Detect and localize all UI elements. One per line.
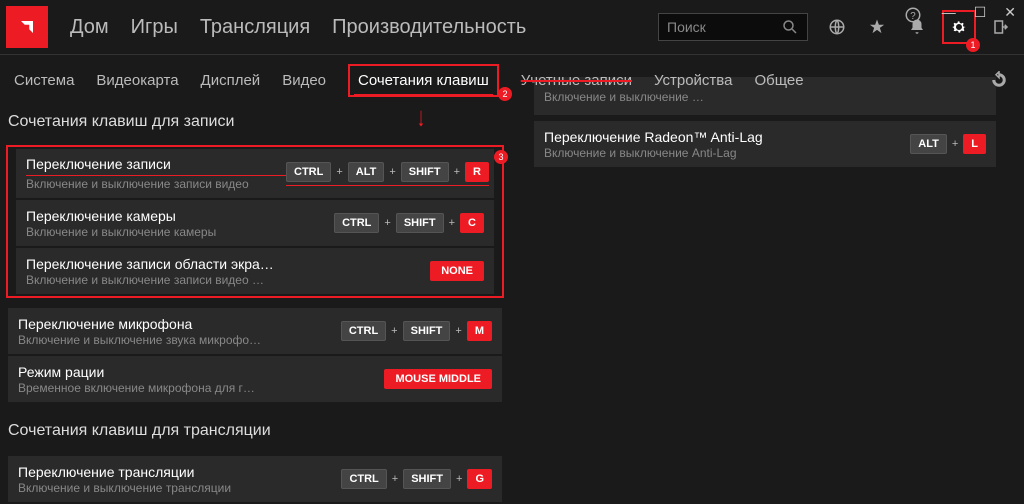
key-ctrl: CTRL — [341, 469, 386, 489]
plus-separator: + — [454, 473, 464, 485]
hotkey-row[interactable]: Переключение камеры Включение и выключен… — [16, 200, 494, 246]
hotkey-title: Переключение Radeon™ Anti-Lag — [544, 129, 844, 145]
subnav-hotkeys[interactable]: Сочетания клавиш — [348, 64, 499, 97]
plus-separator: + — [950, 138, 960, 150]
globe-icon[interactable] — [826, 16, 848, 38]
title-tabs: Дом Игры Трансляция Производительность — [70, 16, 526, 39]
tab-broadcast[interactable]: Трансляция — [200, 16, 310, 39]
plus-separator: + — [453, 325, 463, 337]
annotation-arrow-down — [412, 110, 430, 134]
settings-subnav: Система Видеокарта Дисплей Видео Сочетан… — [0, 55, 1024, 105]
subnav-gpu[interactable]: Видеокарта — [96, 72, 178, 89]
search-icon — [781, 18, 799, 36]
hotkey-row[interactable]: Режим рации Временное включение микрофон… — [8, 356, 502, 402]
hotkey-subtitle: Включение и выключение записи видео — [26, 177, 286, 191]
hotkey-subtitle: Включение и выключение Anti-Lag — [544, 146, 844, 160]
close-button[interactable]: ✕ — [1004, 4, 1016, 26]
hotkey-combo[interactable]: CTRL+SHIFT+M — [341, 321, 492, 341]
hotkey-combo[interactable]: NONE — [430, 261, 484, 281]
hotkey-row[interactable]: Переключение микрофона Включение и выклю… — [8, 308, 502, 354]
hotkey-title: Переключение записи области экра… — [26, 256, 286, 272]
tab-home[interactable]: Дом — [70, 16, 109, 39]
key-none: NONE — [430, 261, 484, 281]
hotkey-combo[interactable]: CTRL+SHIFT+G — [341, 469, 492, 489]
hotkey-row[interactable]: Переключение трансляции Включение и выкл… — [8, 456, 502, 502]
key-c: C — [460, 213, 484, 233]
hotkey-combo[interactable]: MOUSE MIDDLE — [384, 369, 492, 389]
hotkey-combo[interactable]: CTRL+ALT+SHIFT+R — [286, 162, 489, 186]
key-mouse-middle: MOUSE MIDDLE — [384, 369, 492, 389]
key-m: M — [467, 321, 492, 341]
plus-separator: + — [389, 325, 399, 337]
hotkey-title: Переключение записи — [26, 156, 286, 176]
svg-text:?: ? — [910, 11, 916, 22]
highlighted-group: 3 Переключение записи Включение и выключ… — [6, 145, 504, 298]
hotkey-title: Переключение трансляции — [18, 464, 278, 480]
key-shift: SHIFT — [403, 469, 451, 489]
hotkey-subtitle: Включение и выключение звука микрофо… — [18, 333, 278, 347]
plus-separator: + — [452, 166, 462, 178]
hotkey-title: Режим рации — [18, 364, 278, 380]
key-ctrl: CTRL — [341, 321, 386, 341]
search-placeholder: Поиск — [667, 19, 706, 35]
key-shift: SHIFT — [396, 213, 444, 233]
hotkey-title: Переключение микрофона — [18, 316, 278, 332]
key-l: L — [963, 134, 986, 154]
key-ctrl: CTRL — [286, 162, 331, 182]
key-r: R — [465, 162, 489, 182]
subnav-devices[interactable]: Устройства — [654, 72, 732, 89]
tab-performance[interactable]: Производительность — [332, 16, 526, 39]
hotkey-title: Переключение камеры — [26, 208, 286, 224]
help-icon[interactable]: ? — [902, 4, 924, 26]
key-ctrl: CTRL — [334, 213, 379, 233]
star-icon[interactable] — [866, 16, 888, 38]
hotkey-combo[interactable]: CTRL+SHIFT+C — [334, 213, 484, 233]
hotkey-subtitle: Включение и выключение трансляции — [18, 481, 278, 495]
search-input[interactable]: Поиск — [658, 13, 808, 41]
tab-games[interactable]: Игры — [131, 16, 178, 39]
subnav-video[interactable]: Видео — [282, 72, 326, 89]
reset-icon[interactable] — [988, 69, 1010, 91]
plus-separator: + — [447, 217, 457, 229]
amd-logo — [6, 6, 48, 48]
minimize-button[interactable]: — — [942, 4, 956, 26]
hotkey-row[interactable]: Переключение записи области экра… Включе… — [16, 248, 494, 294]
hotkey-subtitle: Временное включение микрофона для г… — [18, 381, 278, 395]
key-alt: ALT — [348, 162, 385, 182]
badge-2: 2 — [498, 87, 512, 101]
plus-separator: + — [387, 166, 397, 178]
hotkey-subtitle: Включение и выключение камеры — [26, 225, 286, 239]
key-g: G — [467, 469, 492, 489]
subnav-accounts[interactable]: Учетные записи — [521, 72, 632, 89]
key-shift: SHIFT — [401, 162, 449, 182]
maximize-button[interactable]: ☐ — [974, 4, 987, 26]
subnav-system[interactable]: Система — [14, 72, 74, 89]
subnav-general[interactable]: Общее — [754, 72, 803, 89]
key-shift: SHIFT — [403, 321, 451, 341]
plus-separator: + — [334, 166, 344, 178]
badge-3: 3 — [494, 150, 508, 164]
section-recording-title: Сочетания клавиш для записи — [0, 105, 510, 145]
hotkey-row[interactable]: Переключение записи Включение и выключен… — [16, 149, 494, 198]
hotkey-subtitle: Включение и выключение записи видео … — [26, 273, 286, 287]
key-alt: ALT — [910, 134, 947, 154]
amd-arrow-icon — [18, 18, 36, 36]
section-broadcast-title: Сочетания клавиш для трансляции — [0, 414, 510, 454]
badge-1: 1 — [966, 38, 980, 52]
plus-separator: + — [382, 217, 392, 229]
plus-separator: + — [390, 473, 400, 485]
subnav-display[interactable]: Дисплей — [201, 72, 261, 89]
hotkey-row[interactable]: Переключение Radeon™ Anti-Lag Включение … — [534, 121, 996, 167]
hotkey-combo[interactable]: ALT+L — [910, 134, 986, 154]
